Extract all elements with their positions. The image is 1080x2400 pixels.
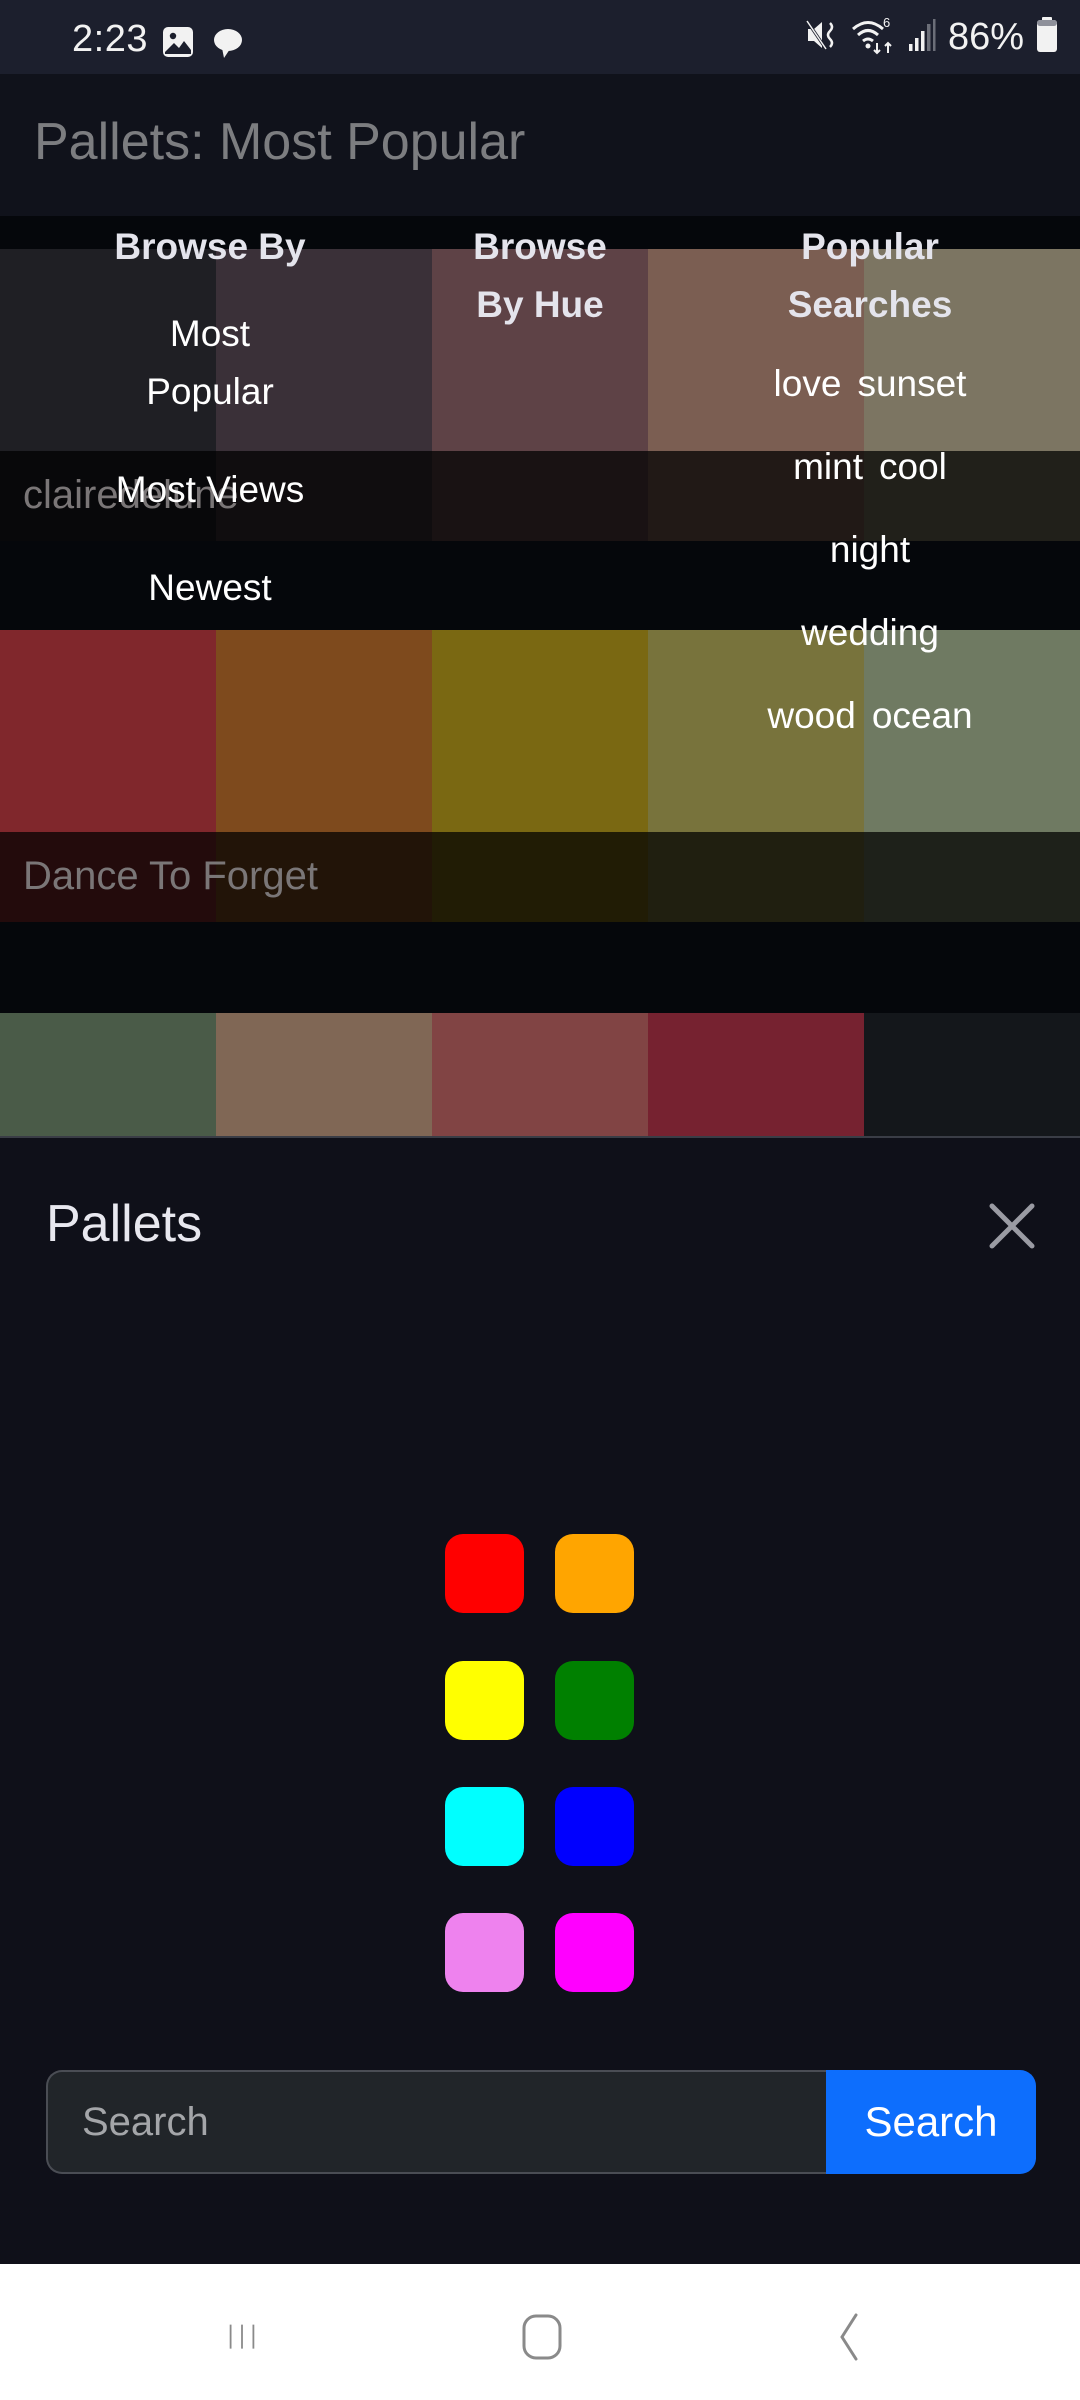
gallery-icon [162,26,194,63]
search-tag-wedding[interactable]: wedding [801,612,939,653]
browse-by-hue-heading: Browse By Hue [473,226,607,325]
recent-apps-button[interactable] [212,2306,272,2366]
chat-bubble-icon [210,26,244,65]
search-tag-wood[interactable]: wood [767,695,855,736]
status-right-icons: 6 86% [805,14,1058,60]
hue-swatch-blue[interactable] [555,1787,634,1866]
browse-by-hue-column: Browse By Hue [390,218,690,334]
popular-searches-heading: Popular Searches [787,226,953,325]
app-header: Pallets: Most Popular [0,74,1080,216]
wifi-6-icon: 6 [850,15,896,60]
mute-vibrate-icon [805,17,838,58]
palette-swatches [0,1013,1080,1136]
palette-swatch [216,630,432,832]
home-button[interactable] [512,2306,572,2366]
search-tag-night[interactable]: night [830,529,910,570]
hue-swatch-cyan[interactable] [445,1787,524,1866]
status-bar: 2:23 6 86% [0,0,1080,74]
search-tag-mint[interactable]: mint [793,446,863,487]
system-nav-bar [0,2264,1080,2400]
search-input[interactable] [46,2070,826,2174]
hue-swatch-red[interactable] [445,1534,524,1613]
browse-link-most-popular[interactable]: Most Popular [125,305,295,421]
palette-swatch [216,1013,432,1136]
search-tag-love[interactable]: love [774,363,842,404]
search-button[interactable]: Search [826,2070,1036,2174]
back-icon [840,2313,858,2361]
palette-swatch [648,1013,864,1136]
page-title: Pallets: Most Popular [34,113,526,171]
browse-by-column: Browse By Most Popular Most Views Newest [60,218,360,617]
hue-swatch-green[interactable] [555,1661,634,1740]
recent-apps-icon [229,2324,255,2349]
svg-text:6: 6 [883,15,890,30]
palette-name: Dance To Forget [23,854,318,898]
status-time: 2:23 [72,18,148,60]
hue-swatch-yellow[interactable] [445,1661,524,1740]
search-tag-cool[interactable]: cool [879,446,947,487]
hue-swatch-magenta[interactable] [555,1913,634,1992]
browse-link-newest[interactable]: Newest [60,559,360,617]
battery-percent: 86% [947,15,1024,58]
browse-by-heading: Browse By [114,226,306,267]
signal-icon [908,18,936,57]
palette-card[interactable] [0,1013,1080,1136]
popular-search-tags: love sunset mint cool night wedding wood oc… [720,342,1020,757]
palette-swatch [0,630,216,832]
palette-swatch [864,1013,1080,1136]
palette-swatch [0,1013,216,1136]
search-tag-ocean[interactable]: ocean [872,695,973,736]
hue-swatch-orange[interactable] [555,1534,634,1613]
popular-searches-column: Popular Searches love sunset mint cool nig… [720,218,1020,757]
battery-icon [1036,16,1058,58]
home-icon [522,2314,562,2360]
close-button[interactable] [984,1198,1040,1254]
offcanvas-title: Pallets [46,1195,203,1253]
search-tag-sunset[interactable]: sunset [857,363,966,404]
browse-link-most-views[interactable]: Most Views [60,461,360,519]
hue-swatch-violet[interactable] [445,1913,524,1992]
palette-swatch [432,1013,648,1136]
palette-label-bar: Dance To Forget [0,832,1080,922]
search-form: Search [46,2070,1036,2174]
palette-swatch [432,630,648,832]
close-icon [989,1203,1035,1249]
back-button[interactable] [816,2306,876,2366]
